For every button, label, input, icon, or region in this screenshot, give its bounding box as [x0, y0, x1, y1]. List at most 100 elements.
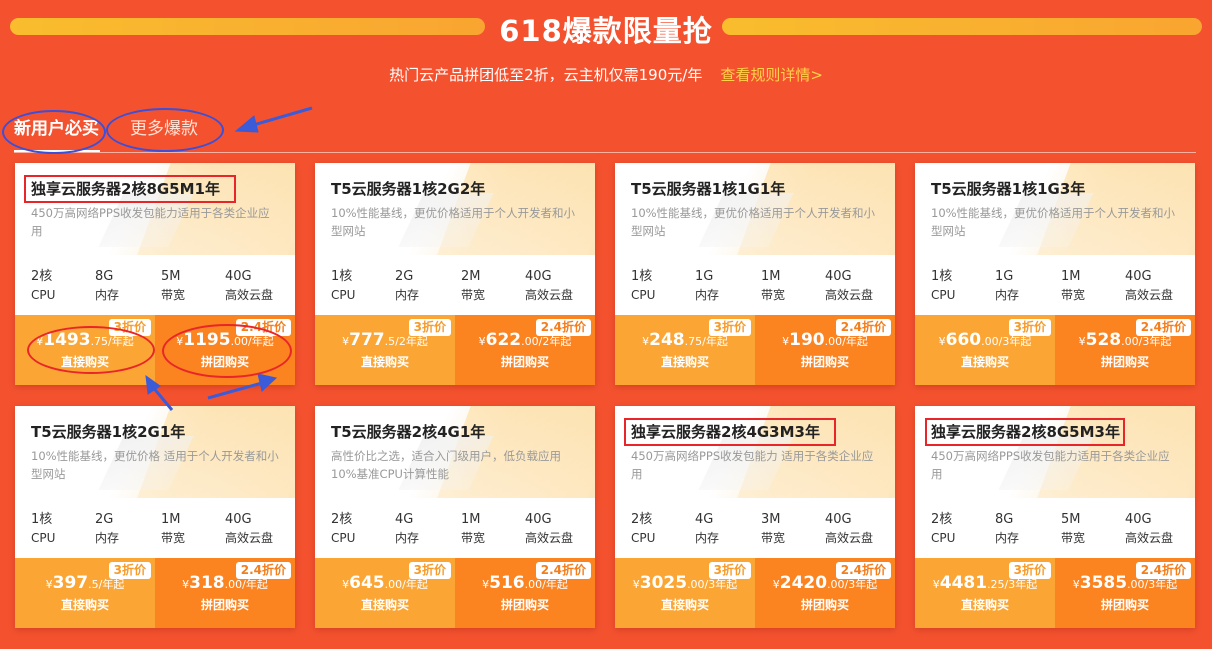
- group-buy-label: 拼团购买: [1100, 598, 1149, 612]
- spec-cpu: 2核 CPU: [631, 511, 655, 547]
- direct-buy-label: 直接购买: [60, 355, 109, 369]
- spec-label: 高效云盘: [1125, 288, 1174, 302]
- product-card-3: T5云服务器1核1G1年 10%性能基线，更优价格适用于个人开发者和小型网站 1…: [615, 163, 895, 385]
- product-card-6: T5云服务器2核4G1年 高性价比之选，适合入门级用户，低负载应用 10%基准C…: [315, 406, 595, 628]
- spec-value: 40G: [525, 269, 552, 284]
- direct-buy-button[interactable]: 3折价 ¥777.5/2年起 直接购买: [315, 315, 455, 385]
- card-title: T5云服务器2核4G1年: [331, 423, 486, 441]
- group-price: ¥190.00/年起: [755, 330, 895, 350]
- spec-label: 带宽: [461, 288, 486, 302]
- spec-value: 1核: [631, 269, 653, 284]
- price-suffix: .75/年起: [684, 335, 728, 348]
- price-integer: 645: [349, 573, 385, 593]
- card-title: T5云服务器1核1G1年: [631, 180, 786, 198]
- spec-label: 内存: [695, 531, 720, 545]
- card-specs: 1核 CPU 2G 内存 2M 带宽 40G 高效云盘: [331, 268, 591, 308]
- price-integer: 3025: [639, 573, 688, 593]
- spec-value: 2核: [931, 512, 953, 527]
- direct-buy-label: 直接购买: [960, 355, 1009, 369]
- direct-buy-button[interactable]: 3折价 ¥660.00/3年起 直接购买: [915, 315, 1055, 385]
- group-buy-button[interactable]: 2.4折价 ¥1195.00/年起 拼团购买: [155, 315, 295, 385]
- spec-bandwidth: 5M 带宽: [1061, 511, 1085, 547]
- spec-label: 内存: [695, 288, 720, 302]
- direct-buy-button[interactable]: 3折价 ¥645.00/年起 直接购买: [315, 558, 455, 628]
- spec-label: CPU: [31, 531, 56, 545]
- card-specs: 2核 CPU 4G 内存 3M 带宽 40G 高效云盘: [631, 511, 891, 551]
- group-price: ¥1195.00/年起: [155, 330, 295, 350]
- card-desc: 450万高网络PPS收发包能力 适用于各类企业应用: [631, 449, 874, 481]
- rules-link[interactable]: 查看规则详情>: [720, 66, 823, 84]
- card-specs: 1核 CPU 2G 内存 1M 带宽 40G 高效云盘: [31, 511, 291, 551]
- card-title: T5云服务器1核1G3年: [931, 180, 1086, 198]
- spec-value: 8G: [95, 269, 114, 284]
- spec-value: 2G: [95, 512, 114, 527]
- spec-value: 3M: [761, 512, 781, 527]
- group-price: ¥3585.00/3年起: [1055, 573, 1195, 593]
- price-suffix: .00/年起: [824, 335, 868, 348]
- group-price: ¥318.00/年起: [155, 573, 295, 593]
- price-integer: 4481: [939, 573, 988, 593]
- group-buy-button[interactable]: 2.4折价 ¥622.00/2年起 拼团购买: [455, 315, 595, 385]
- spec-bandwidth: 1M 带宽: [761, 268, 785, 304]
- direct-buy-button[interactable]: 3折价 ¥3025.00/3年起 直接购买: [615, 558, 755, 628]
- group-price: ¥528.00/3年起: [1055, 330, 1195, 350]
- spec-value: 1G: [995, 269, 1014, 284]
- spec-label: CPU: [31, 288, 56, 302]
- currency-symbol: ¥: [1078, 335, 1086, 348]
- spec-value: 2G: [395, 269, 414, 284]
- spec-value: 1M: [761, 269, 781, 284]
- spec-label: CPU: [931, 531, 956, 545]
- spec-value: 4G: [695, 512, 714, 527]
- price-integer: 1195: [183, 330, 231, 350]
- price-suffix: .25/3年起: [987, 578, 1038, 591]
- spec-value: 2核: [331, 512, 353, 527]
- spec-disk: 40G 高效云盘: [825, 511, 873, 547]
- spec-value: 1核: [331, 269, 353, 284]
- spec-value: 1M: [161, 512, 181, 527]
- price-integer: 248: [649, 330, 685, 350]
- spec-disk: 40G 高效云盘: [525, 511, 573, 547]
- spec-value: 2核: [631, 512, 653, 527]
- group-buy-label: 拼团购买: [200, 355, 249, 369]
- group-buy-button[interactable]: 2.4折价 ¥3585.00/3年起 拼团购买: [1055, 558, 1195, 628]
- tab-new-user[interactable]: 新用户必买: [14, 106, 100, 152]
- direct-buy-button[interactable]: 3折价 ¥248.75/年起 直接购买: [615, 315, 755, 385]
- spec-value: 40G: [225, 512, 252, 527]
- tab-more-hot[interactable]: 更多爆款: [130, 106, 198, 152]
- card-title: 独享云服务器2核4G3M3年: [631, 423, 820, 441]
- card-desc: 10%性能基线，更优价格适用于个人开发者和小型网站: [931, 206, 1176, 238]
- spec-label: 高效云盘: [825, 288, 874, 302]
- group-buy-button[interactable]: 2.4折价 ¥318.00/年起 拼团购买: [155, 558, 295, 628]
- price-integer: 1493: [43, 330, 91, 350]
- direct-price: ¥660.00/3年起: [915, 330, 1055, 350]
- price-integer: 3585: [1079, 573, 1128, 593]
- card-title: T5云服务器1核2G2年: [331, 180, 486, 198]
- group-buy-label: 拼团购买: [500, 355, 549, 369]
- spec-value: 40G: [825, 269, 852, 284]
- direct-buy-label: 直接购买: [360, 355, 409, 369]
- group-buy-button[interactable]: 2.4折价 ¥2420.00/3年起 拼团购买: [755, 558, 895, 628]
- direct-buy-label: 直接购买: [360, 598, 409, 612]
- direct-buy-button[interactable]: 3折价 ¥1493.75/年起 直接购买: [15, 315, 155, 385]
- group-buy-button[interactable]: 2.4折价 ¥528.00/3年起 拼团购买: [1055, 315, 1195, 385]
- price-suffix: .5/2年起: [384, 335, 428, 348]
- direct-buy-button[interactable]: 3折价 ¥397.5/年起 直接购买: [15, 558, 155, 628]
- spec-label: 带宽: [1061, 531, 1086, 545]
- direct-buy-button[interactable]: 3折价 ¥4481.25/3年起 直接购买: [915, 558, 1055, 628]
- card-desc: 450万高网络PPS收发包能力适用于各类企业应用: [31, 206, 270, 238]
- price-suffix: .00/年起: [224, 578, 268, 591]
- price-suffix: .00/3年起: [1121, 335, 1172, 348]
- spec-value: 2M: [461, 269, 481, 284]
- price-suffix: .00/年起: [384, 578, 428, 591]
- group-buy-button[interactable]: 2.4折价 ¥190.00/年起 拼团购买: [755, 315, 895, 385]
- direct-price: ¥248.75/年起: [615, 330, 755, 350]
- spec-label: 高效云盘: [1125, 531, 1174, 545]
- card-title: 独享云服务器2核8G5M3年: [931, 423, 1120, 441]
- price-integer: 318: [189, 573, 225, 593]
- group-buy-button[interactable]: 2.4折价 ¥516.00/年起 拼团购买: [455, 558, 595, 628]
- spec-bandwidth: 1M 带宽: [461, 511, 485, 547]
- banner-subtitle: 热门云产品拼团低至2折，云主机仅需190元/年 查看规则详情>: [0, 64, 1212, 85]
- price-suffix: .00/3年起: [687, 578, 738, 591]
- price-integer: 660: [945, 330, 982, 350]
- spec-bandwidth: 1M 带宽: [1061, 268, 1085, 304]
